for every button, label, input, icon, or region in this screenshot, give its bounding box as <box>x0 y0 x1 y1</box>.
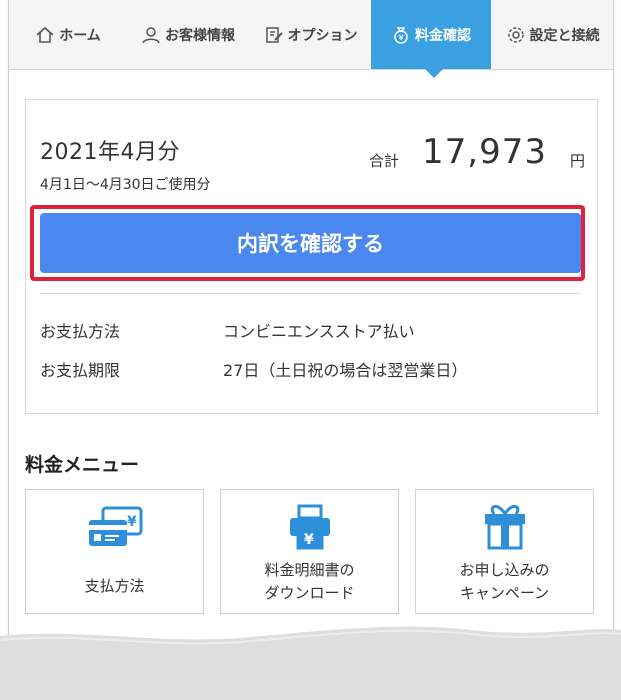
tile-label-line1: お申し込みの <box>459 561 550 579</box>
gear-icon <box>507 26 524 43</box>
tab-home[interactable]: ホーム <box>17 0 119 69</box>
home-icon <box>36 26 54 43</box>
payment-method-tile[interactable]: ¥ 支払方法 <box>25 489 204 614</box>
tab-settings[interactable]: 設定と接続 <box>496 0 609 69</box>
campaign-tile[interactable]: お申し込みの キャンペーン <box>415 489 594 614</box>
tab-label: 設定と接続 <box>529 27 600 44</box>
payment-method-label: お支払方法 <box>40 322 121 341</box>
edit-note-icon <box>265 26 283 43</box>
tile-label-line1: 料金明細書の <box>264 561 355 579</box>
torn-edge-overlay <box>0 626 621 700</box>
tab-label: 料金確認 <box>415 27 471 44</box>
tile-label: 支払方法 <box>84 577 145 595</box>
payment-deadline-value: 27日（土日祝の場合は翌営業日） <box>223 361 468 380</box>
billing-month: 2021年4月分 <box>40 140 180 165</box>
tab-options[interactable]: オプション <box>252 0 369 69</box>
divider <box>40 293 581 294</box>
tab-label: お客様情報 <box>165 27 235 44</box>
total-label: 合計 <box>369 152 400 170</box>
tab-label: オプション <box>287 27 358 44</box>
statement-download-tile[interactable]: ¥ 料金明細書の ダウンロード <box>220 489 399 614</box>
payment-deadline-label: お支払期限 <box>40 361 121 380</box>
tab-billing[interactable]: 料金確認 <box>371 0 491 69</box>
person-icon <box>142 26 160 43</box>
active-tab-caret <box>425 69 443 78</box>
app-frame: ホーム お客様情報 オプション 料金確認 設定と接続 2021年4月分 4月1日… <box>8 0 614 660</box>
money-bag-icon <box>394 26 408 44</box>
billing-period: 4月1日～4月30日ご使用分 <box>40 177 211 193</box>
credit-card-icon: ¥ <box>88 506 142 546</box>
printer-icon: ¥ <box>289 504 330 550</box>
svg-text:¥: ¥ <box>127 514 137 530</box>
total-amount: 17,973 <box>422 132 547 172</box>
fee-menu-title: 料金メニュー <box>25 454 140 476</box>
tab-customer-info[interactable]: お客様情報 <box>127 0 249 69</box>
gift-icon <box>484 505 525 550</box>
tab-label: ホーム <box>59 27 101 44</box>
svg-text:¥: ¥ <box>304 532 314 548</box>
payment-method-value: コンビニエンスストア払い <box>223 322 415 341</box>
total-unit: 円 <box>570 152 586 170</box>
tab-bar: ホーム お客様情報 オプション 料金確認 設定と接続 <box>9 0 613 70</box>
billing-summary-card: 2021年4月分 4月1日～4月30日ご使用分 合計 17,973 円 内訳を確… <box>25 99 598 414</box>
view-breakdown-button[interactable]: 内訳を確認する <box>40 213 581 273</box>
